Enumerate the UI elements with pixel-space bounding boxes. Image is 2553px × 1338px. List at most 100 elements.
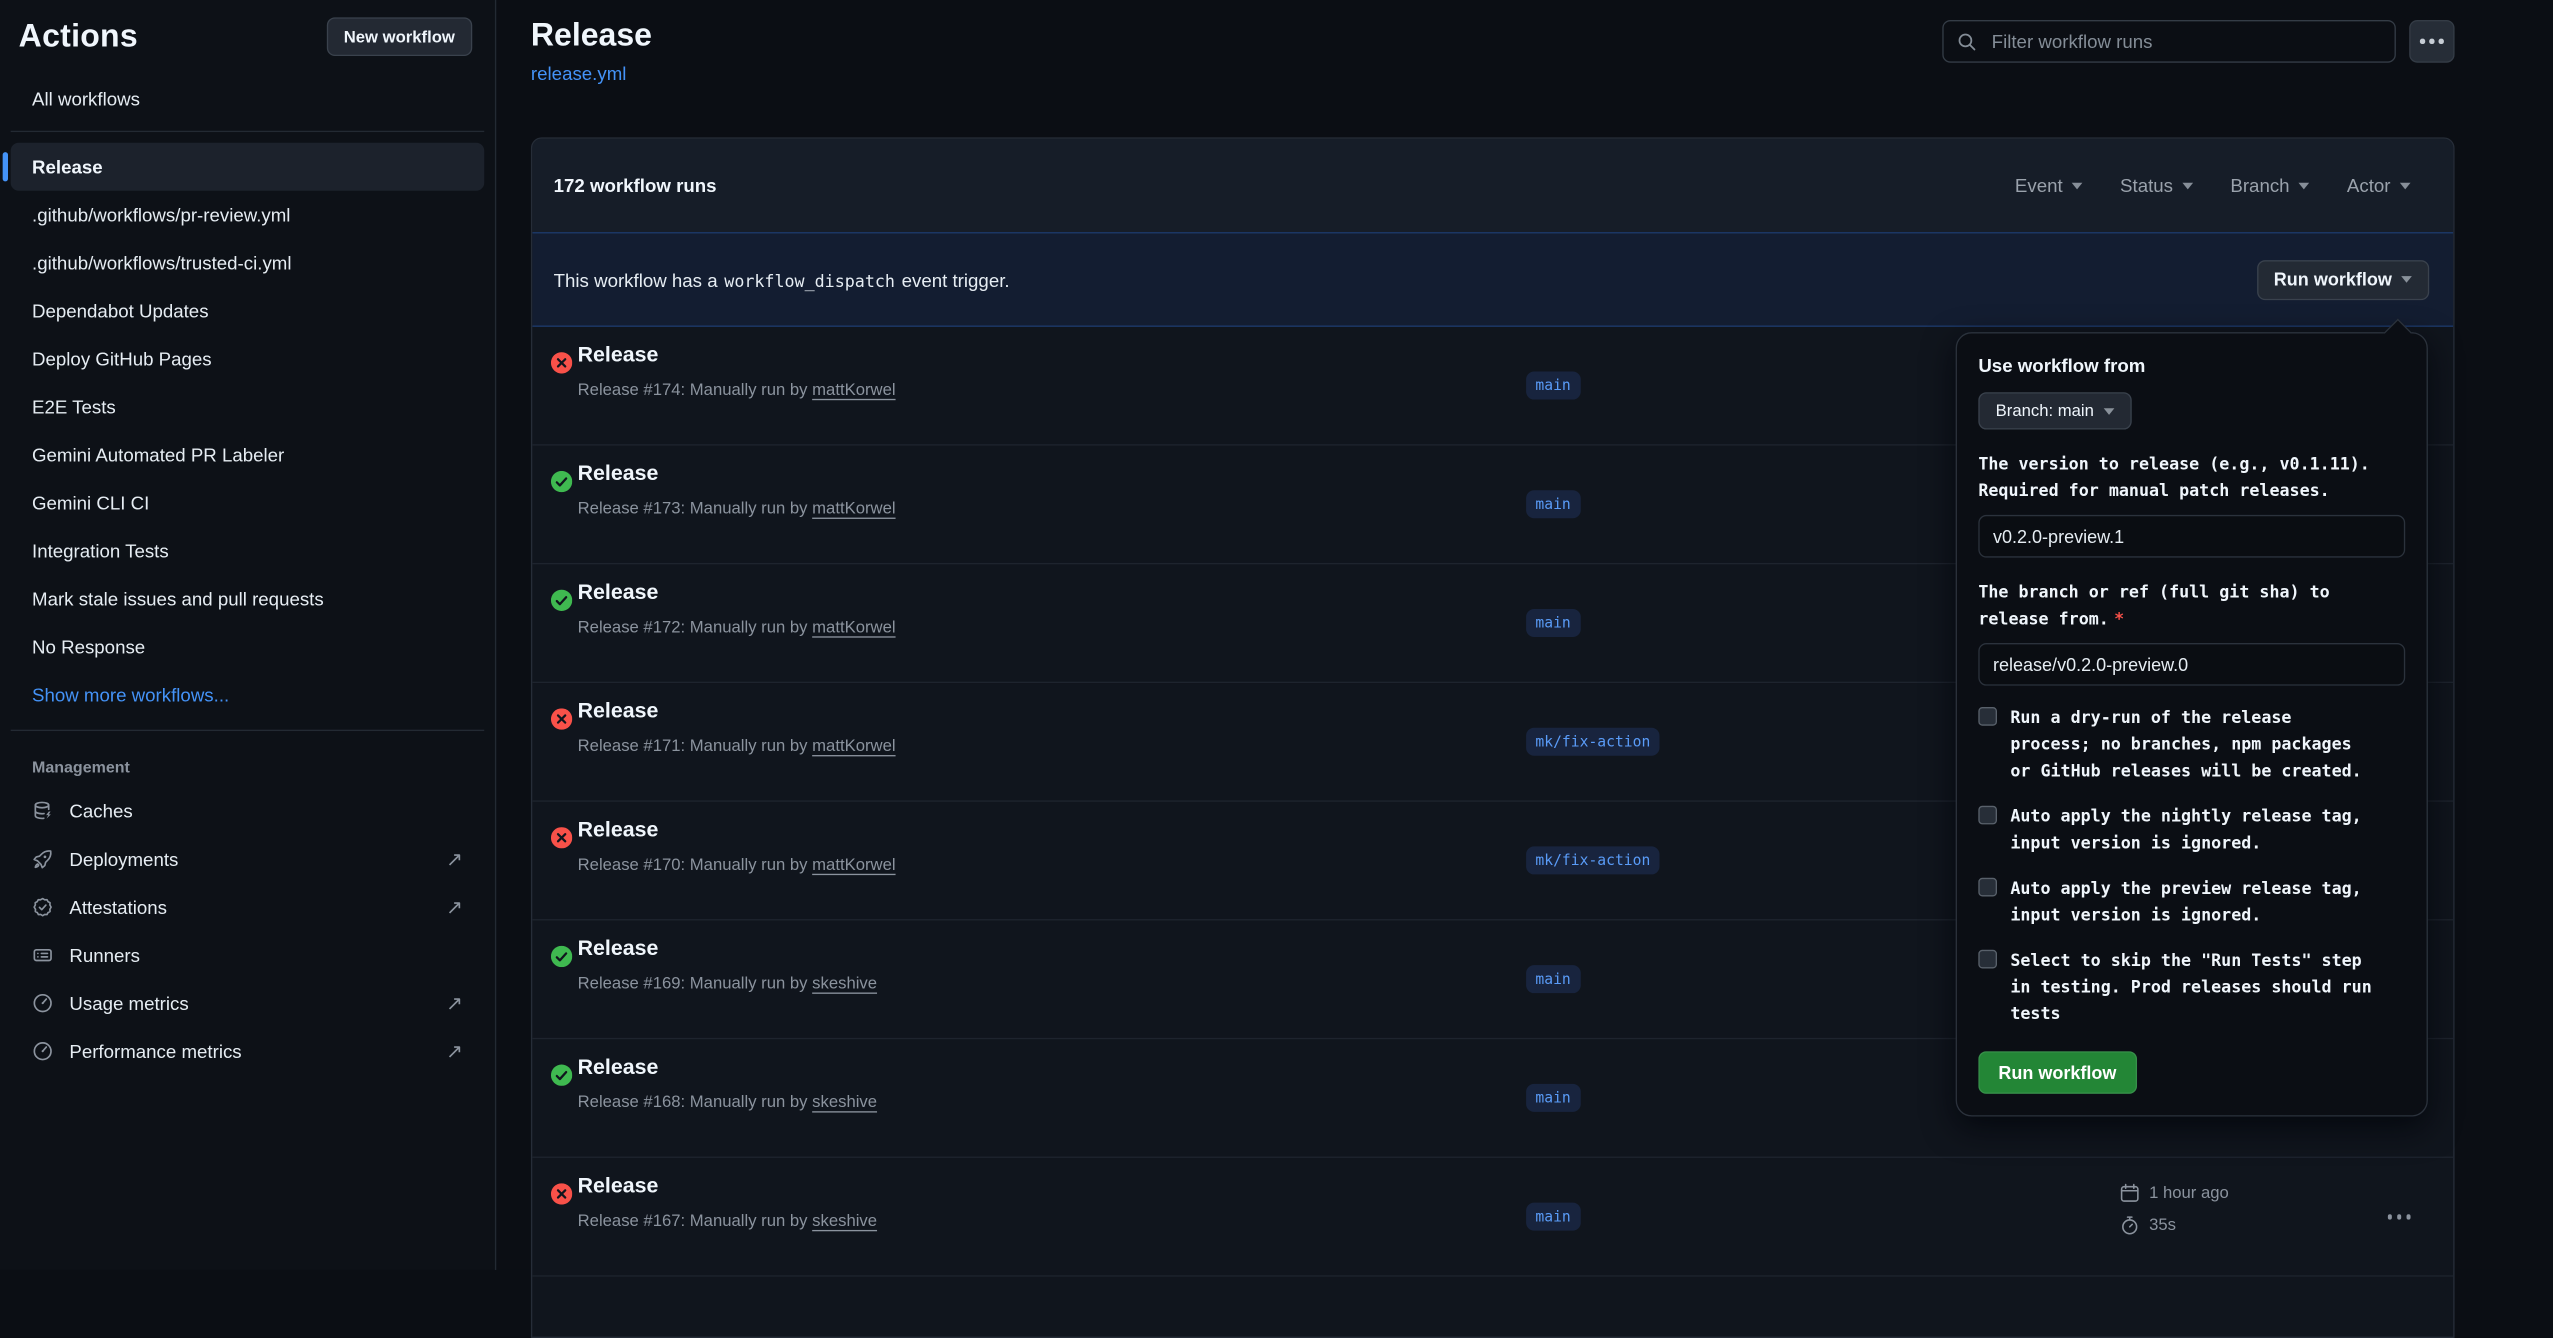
run-title-link[interactable]: Release — [578, 700, 896, 724]
run-description: Release #171: Manually run by mattKorwel — [578, 736, 896, 755]
run-actor-link[interactable]: mattKorwel — [812, 618, 895, 637]
x-circle-icon — [551, 708, 572, 729]
checkbox[interactable] — [1978, 950, 1997, 969]
run-kebab-menu-button[interactable] — [2379, 1206, 2418, 1227]
sidebar-item-management[interactable]: Usage metrics ↗ — [11, 979, 485, 1027]
popover-heading: Use workflow from — [1978, 355, 2405, 376]
sidebar-item-workflow[interactable]: Gemini CLI CI — [11, 479, 485, 527]
filter-dropdown[interactable]: Event — [2015, 175, 2083, 196]
run-workflow-submit-button[interactable]: Run workflow — [1978, 1051, 2136, 1094]
sidebar-item-workflow[interactable]: Dependabot Updates — [11, 287, 485, 335]
run-status-icon — [551, 1183, 572, 1204]
run-time-info: 1 hour ago 35s — [2120, 1179, 2229, 1243]
workflow-item-label: No Response — [32, 636, 145, 657]
dispatch-banner-text: This workflow has a workflow_dispatch ev… — [554, 269, 1010, 290]
management-item-icon — [32, 944, 53, 965]
branch-badge[interactable]: main — [1526, 965, 1580, 993]
checkbox[interactable] — [1978, 806, 1997, 825]
run-status-icon — [551, 1065, 572, 1086]
run-title-link[interactable]: Release — [578, 1057, 877, 1081]
sidebar-item-workflow[interactable]: Deploy GitHub Pages — [11, 335, 485, 383]
filter-workflow-runs-input[interactable] — [1989, 29, 2381, 53]
management-item-icon — [32, 800, 53, 821]
sidebar-item-management[interactable]: Attestations ↗ — [11, 883, 485, 931]
management-item-icon — [32, 848, 53, 869]
checkbox-row[interactable]: Select to skip the "Run Tests" step in t… — [1978, 947, 2405, 1027]
sidebar-item-management[interactable]: Deployments ↗ — [11, 835, 485, 883]
divider — [11, 730, 485, 731]
run-description: Release #167: Manually run by skeshive — [578, 1211, 877, 1230]
sidebar-item-workflow[interactable]: .github/workflows/pr-review.yml — [11, 191, 485, 239]
filter-dropdown-label: Actor — [2347, 175, 2391, 196]
workflow-text-input[interactable] — [1978, 515, 2405, 558]
arrow-up-right-icon: ↗ — [446, 991, 463, 1015]
sidebar-item-management[interactable]: Caches ↗ — [11, 787, 485, 835]
run-time-ago: 1 hour ago — [2149, 1183, 2229, 1202]
run-title-link[interactable]: Release — [578, 344, 896, 368]
workflow-input-field: The branch or ref (full git sha) to rele… — [1978, 579, 2405, 686]
workflow-text-input[interactable] — [1978, 643, 2405, 686]
run-actor-link[interactable]: mattKorwel — [812, 380, 895, 399]
branch-badge[interactable]: main — [1526, 372, 1580, 400]
filter-dropdown-label: Branch — [2230, 175, 2289, 196]
filter-workflow-runs-box[interactable] — [1942, 20, 2396, 63]
run-actor-link[interactable]: skeshive — [812, 1093, 877, 1112]
checkbox-row[interactable]: Run a dry-run of the release process; no… — [1978, 704, 2405, 784]
workflow-file-link[interactable]: release.yml — [531, 63, 627, 84]
new-workflow-button[interactable]: New workflow — [326, 17, 472, 56]
workflow-run-row[interactable]: Release Release #167: Manually run by sk… — [532, 1158, 2453, 1277]
run-title-link[interactable]: Release — [578, 938, 877, 962]
calendar-icon — [2120, 1183, 2140, 1203]
page-kebab-menu-button[interactable] — [2409, 20, 2454, 63]
sidebar-item-management[interactable]: Runners ↗ — [11, 931, 485, 979]
management-item-label: Usage metrics — [69, 992, 188, 1013]
sidebar-item-workflow[interactable]: Integration Tests — [11, 527, 485, 575]
run-title-link[interactable]: Release — [578, 1175, 877, 1199]
sidebar-item-workflow[interactable]: Mark stale issues and pull requests — [11, 575, 485, 623]
sidebar-item-workflow[interactable]: Gemini Automated PR Labeler — [11, 431, 485, 479]
checkbox[interactable] — [1978, 707, 1997, 726]
sidebar-item-workflow[interactable]: .github/workflows/trusted-ci.yml — [11, 239, 485, 287]
branch-badge[interactable]: mk/fix-action — [1526, 728, 1660, 756]
filter-dropdown[interactable]: Actor — [2347, 175, 2411, 196]
run-actor-link[interactable]: mattKorwel — [812, 736, 895, 755]
run-actor-link[interactable]: skeshive — [812, 974, 877, 993]
run-status-icon — [551, 708, 572, 729]
workflow-input-field: The version to release (e.g., v0.1.11). … — [1978, 451, 2405, 558]
run-title-link[interactable]: Release — [578, 463, 896, 487]
checkbox-label: Auto apply the nightly release tag, inpu… — [2010, 803, 2373, 856]
filter-dropdown[interactable]: Status — [2120, 175, 2193, 196]
checkbox-row[interactable]: Auto apply the preview release tag, inpu… — [1978, 875, 2405, 928]
filter-dropdown[interactable]: Branch — [2230, 175, 2309, 196]
stopwatch-icon — [2120, 1215, 2140, 1235]
kebab-icon — [2420, 39, 2443, 44]
filter-dropdown-label: Event — [2015, 175, 2063, 196]
branch-badge[interactable]: main — [1526, 609, 1580, 637]
run-title-link[interactable]: Release — [578, 819, 896, 843]
workflow-item-label: Integration Tests — [32, 540, 169, 561]
sidebar-item-workflow[interactable]: E2E Tests — [11, 383, 485, 431]
management-item-label: Attestations — [69, 896, 167, 917]
branch-badge[interactable]: main — [1526, 490, 1580, 518]
branch-badge[interactable]: main — [1526, 1203, 1580, 1231]
workflow-item-label: Gemini CLI CI — [32, 492, 149, 513]
checkbox-row[interactable]: Auto apply the nightly release tag, inpu… — [1978, 803, 2405, 856]
branch-badge[interactable]: mk/fix-action — [1526, 846, 1660, 874]
branch-selector-button[interactable]: Branch: main — [1978, 392, 2131, 429]
checkbox[interactable] — [1978, 878, 1997, 897]
sidebar-item-workflow[interactable]: No Response — [11, 623, 485, 671]
management-item-icon — [32, 896, 53, 917]
run-actor-link[interactable]: skeshive — [812, 1211, 877, 1230]
sidebar-item-workflow[interactable]: Release — [11, 143, 485, 191]
runs-card-header: 172 workflow runs Event Status Branch — [532, 139, 2453, 232]
run-description: Release #170: Manually run by mattKorwel — [578, 855, 896, 874]
show-more-workflows-link[interactable]: Show more workflows... — [11, 671, 485, 719]
branch-badge[interactable]: main — [1526, 1084, 1580, 1112]
sidebar-item-management[interactable]: Performance metrics ↗ — [11, 1027, 485, 1075]
run-workflow-dropdown-button[interactable]: Run workflow — [2256, 259, 2429, 299]
run-actor-link[interactable]: mattKorwel — [812, 499, 895, 518]
sidebar-item-all-workflows[interactable]: All workflows — [11, 77, 485, 120]
run-actor-link[interactable]: mattKorwel — [812, 855, 895, 874]
run-title-link[interactable]: Release — [578, 582, 896, 606]
workflow-item-label: .github/workflows/pr-review.yml — [32, 204, 290, 225]
